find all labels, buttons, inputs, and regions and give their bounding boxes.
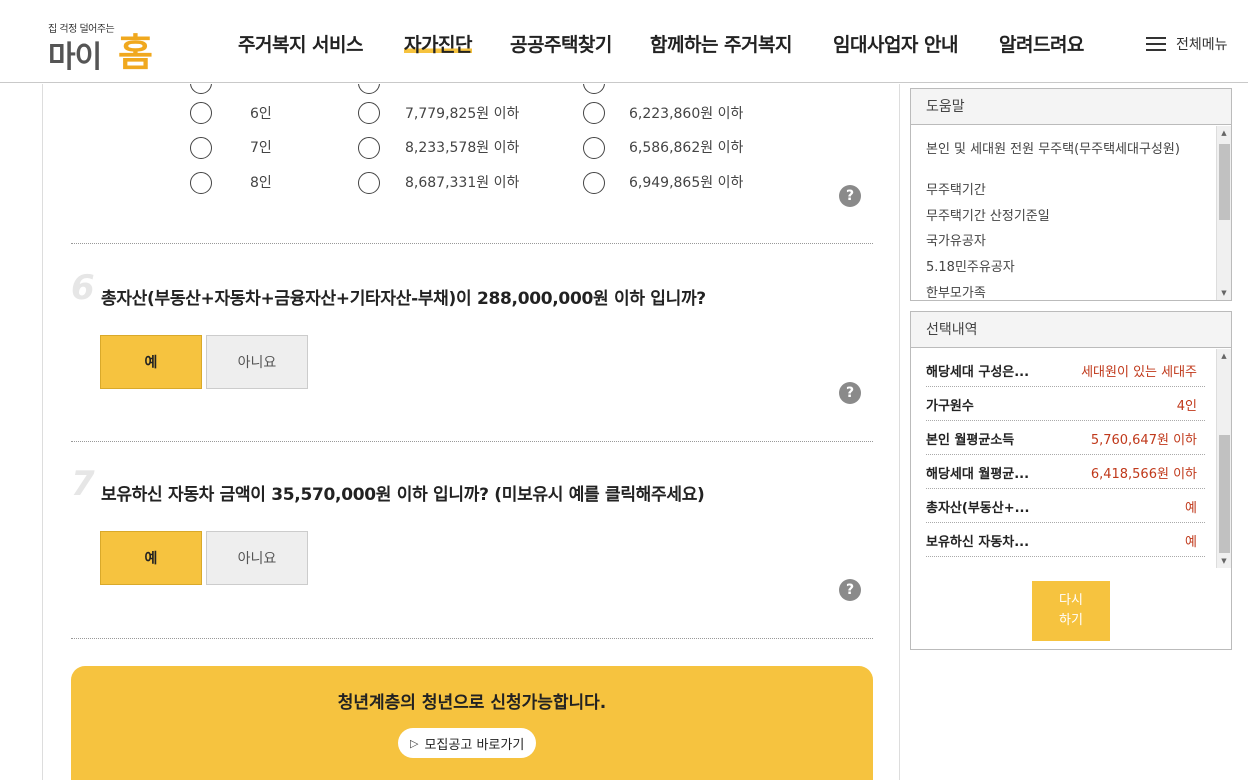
play-icon: ▷ [410, 736, 419, 750]
scroll-up-icon[interactable]: ▲ [1217, 349, 1231, 363]
help-icon[interactable]: ? [839, 579, 861, 601]
hamburger-icon [1146, 36, 1166, 52]
result-message: 청년계층의 청년으로 신청가능합니다. [337, 693, 607, 713]
nav-together-welfare[interactable]: 함께하는 주거복지 [650, 30, 792, 57]
help-list: 본인 및 세대원 전원 무주택(무주택세대구성원) 무주택기간 무주택기간 산정… [911, 126, 1217, 299]
help-item[interactable]: 5.18민주유공자 [926, 260, 1206, 276]
selection-key: 해당세대 구성은... [926, 365, 1030, 380]
income-a-label: 7,779,825원 이하 [405, 106, 520, 122]
site-header: 집 걱정 덜어주는 마이 홈 주거복지 서비스 자가진단 공공주택찾기 함께하는… [0, 0, 1248, 83]
selection-value: 4인 [1176, 399, 1197, 414]
radio-hidden-row[interactable] [583, 84, 605, 94]
nav-housing-welfare-service[interactable]: 주거복지 서비스 [238, 30, 363, 57]
selection-value: 6,418,566원 이하 [1090, 467, 1197, 482]
household-size-label: 6인 [250, 106, 272, 122]
diagnosis-content: 6인 7,779,825원 이하 6,223,860원 이하 7인 8,233,… [42, 84, 900, 780]
selection-value: 예 [1185, 501, 1197, 516]
nav-landlord-guide[interactable]: 임대사업자 안내 [833, 30, 958, 57]
selection-key: 본인 월평균소득 [926, 433, 1015, 448]
selection-key: 보유하신 자동차... [926, 535, 1030, 550]
help-item[interactable]: 무주택기간 산정기준일 [926, 209, 1206, 225]
all-menu-label: 전체메뉴 [1176, 37, 1228, 53]
section-divider [71, 441, 873, 442]
selection-row: 가구원수 4인 [926, 387, 1205, 421]
q7-yes-button[interactable]: 예 [100, 531, 202, 585]
selection-panel: 선택내역 해당세대 구성은... 세대원이 있는 세대주 가구원수 4인 본인 … [910, 311, 1232, 650]
radio-hidden-row[interactable] [358, 84, 380, 94]
selection-key: 해당세대 월평균... [926, 467, 1030, 482]
recruitment-notice-link[interactable]: ▷ 모집공고 바로가기 [398, 728, 537, 758]
selection-row: 해당세대 구성은... 세대원이 있는 세대주 [926, 353, 1205, 387]
selection-key: 가구원수 [926, 399, 974, 414]
radio-household-8[interactable] [190, 172, 212, 194]
q6-yes-button[interactable]: 예 [100, 335, 202, 389]
section-divider [71, 638, 873, 639]
radio-income-b-7[interactable] [583, 137, 605, 159]
radio-hidden-row[interactable] [190, 84, 212, 94]
result-box: 청년계층의 청년으로 신청가능합니다. ▷ 모집공고 바로가기 [71, 666, 873, 780]
selection-key: 총자산(부동산+... [926, 501, 1030, 516]
scroll-down-icon[interactable]: ▼ [1217, 554, 1231, 568]
scroll-thumb[interactable] [1219, 435, 1230, 553]
question-text: 총자산(부동산+자동차+금융자산+기타자산-부채)이 288,000,000원 … [101, 289, 706, 309]
radio-income-b-8[interactable] [583, 172, 605, 194]
radio-income-a-8[interactable] [358, 172, 380, 194]
section-divider [71, 243, 873, 244]
radio-income-b-6[interactable] [583, 102, 605, 124]
restart-label-line1: 다시 [1059, 593, 1083, 608]
site-logo[interactable]: 집 걱정 덜어주는 마이 홈 [46, 18, 156, 75]
radio-income-a-7[interactable] [358, 137, 380, 159]
recruitment-notice-label: 모집공고 바로가기 [424, 737, 525, 753]
selection-scrollbar[interactable]: ▲ ▼ [1216, 349, 1231, 568]
income-a-label: 8,233,578원 이하 [405, 140, 520, 156]
q6-no-button[interactable]: 아니요 [206, 335, 308, 389]
help-item[interactable]: 무주택기간 [926, 183, 1206, 199]
radio-household-6[interactable] [190, 102, 212, 124]
nav-self-diagnosis[interactable]: 자가진단 [404, 30, 472, 57]
selection-list: 해당세대 구성은... 세대원이 있는 세대주 가구원수 4인 본인 월평균소득… [911, 349, 1217, 567]
selection-row: 총자산(부동산+... 예 [926, 489, 1205, 523]
selection-value: 5,760,647원 이하 [1090, 433, 1197, 448]
income-a-label: 8,687,331원 이하 [405, 175, 520, 191]
scroll-down-icon[interactable]: ▼ [1217, 286, 1231, 300]
selection-row: 해당세대 월평균... 6,418,566원 이하 [926, 455, 1205, 489]
radio-income-a-6[interactable] [358, 102, 380, 124]
selection-panel-title: 선택내역 [911, 312, 1231, 348]
income-b-label: 6,586,862원 이하 [629, 140, 744, 156]
income-b-label: 6,223,860원 이하 [629, 106, 744, 122]
help-item[interactable]: 한부모가족 [926, 286, 1206, 299]
question-number: 6 [71, 268, 95, 308]
q7-no-button[interactable]: 아니요 [206, 531, 308, 585]
selection-row: 본인 월평균소득 5,760,647원 이하 [926, 421, 1205, 455]
nav-public-housing-search[interactable]: 공공주택찾기 [510, 30, 612, 57]
help-item[interactable]: 본인 및 세대원 전원 무주택(무주택세대구성원) [926, 142, 1206, 158]
logo-main-text: 마이 [48, 40, 102, 75]
logo-accent-text: 홈 [118, 31, 153, 75]
help-scrollbar[interactable]: ▲ ▼ [1216, 126, 1231, 300]
restart-label-line2: 하기 [1059, 613, 1083, 628]
household-size-label: 8인 [250, 175, 272, 191]
help-icon[interactable]: ? [839, 185, 861, 207]
income-b-label: 6,949,865원 이하 [629, 175, 744, 191]
household-size-label: 7인 [250, 140, 272, 156]
help-icon[interactable]: ? [839, 382, 861, 404]
scroll-thumb[interactable] [1219, 144, 1230, 220]
selection-value: 예 [1185, 535, 1197, 550]
radio-household-7[interactable] [190, 137, 212, 159]
nav-notices[interactable]: 알려드려요 [999, 30, 1084, 57]
selection-value: 세대원이 있는 세대주 [1081, 365, 1197, 380]
help-panel-title: 도움말 [911, 89, 1231, 125]
restart-button[interactable]: 다시하기 [1032, 581, 1110, 641]
question-text: 보유하신 자동차 금액이 35,570,000원 이하 입니까? (미보유시 예… [101, 485, 705, 505]
help-panel: 도움말 본인 및 세대원 전원 무주택(무주택세대구성원) 무주택기간 무주택기… [910, 88, 1232, 301]
question-number: 7 [71, 464, 95, 504]
scroll-up-icon[interactable]: ▲ [1217, 126, 1231, 140]
all-menu-button[interactable]: 전체메뉴 [1146, 34, 1228, 54]
selection-row: 보유하신 자동차... 예 [926, 523, 1205, 557]
help-item[interactable]: 국가유공자 [926, 234, 1206, 250]
